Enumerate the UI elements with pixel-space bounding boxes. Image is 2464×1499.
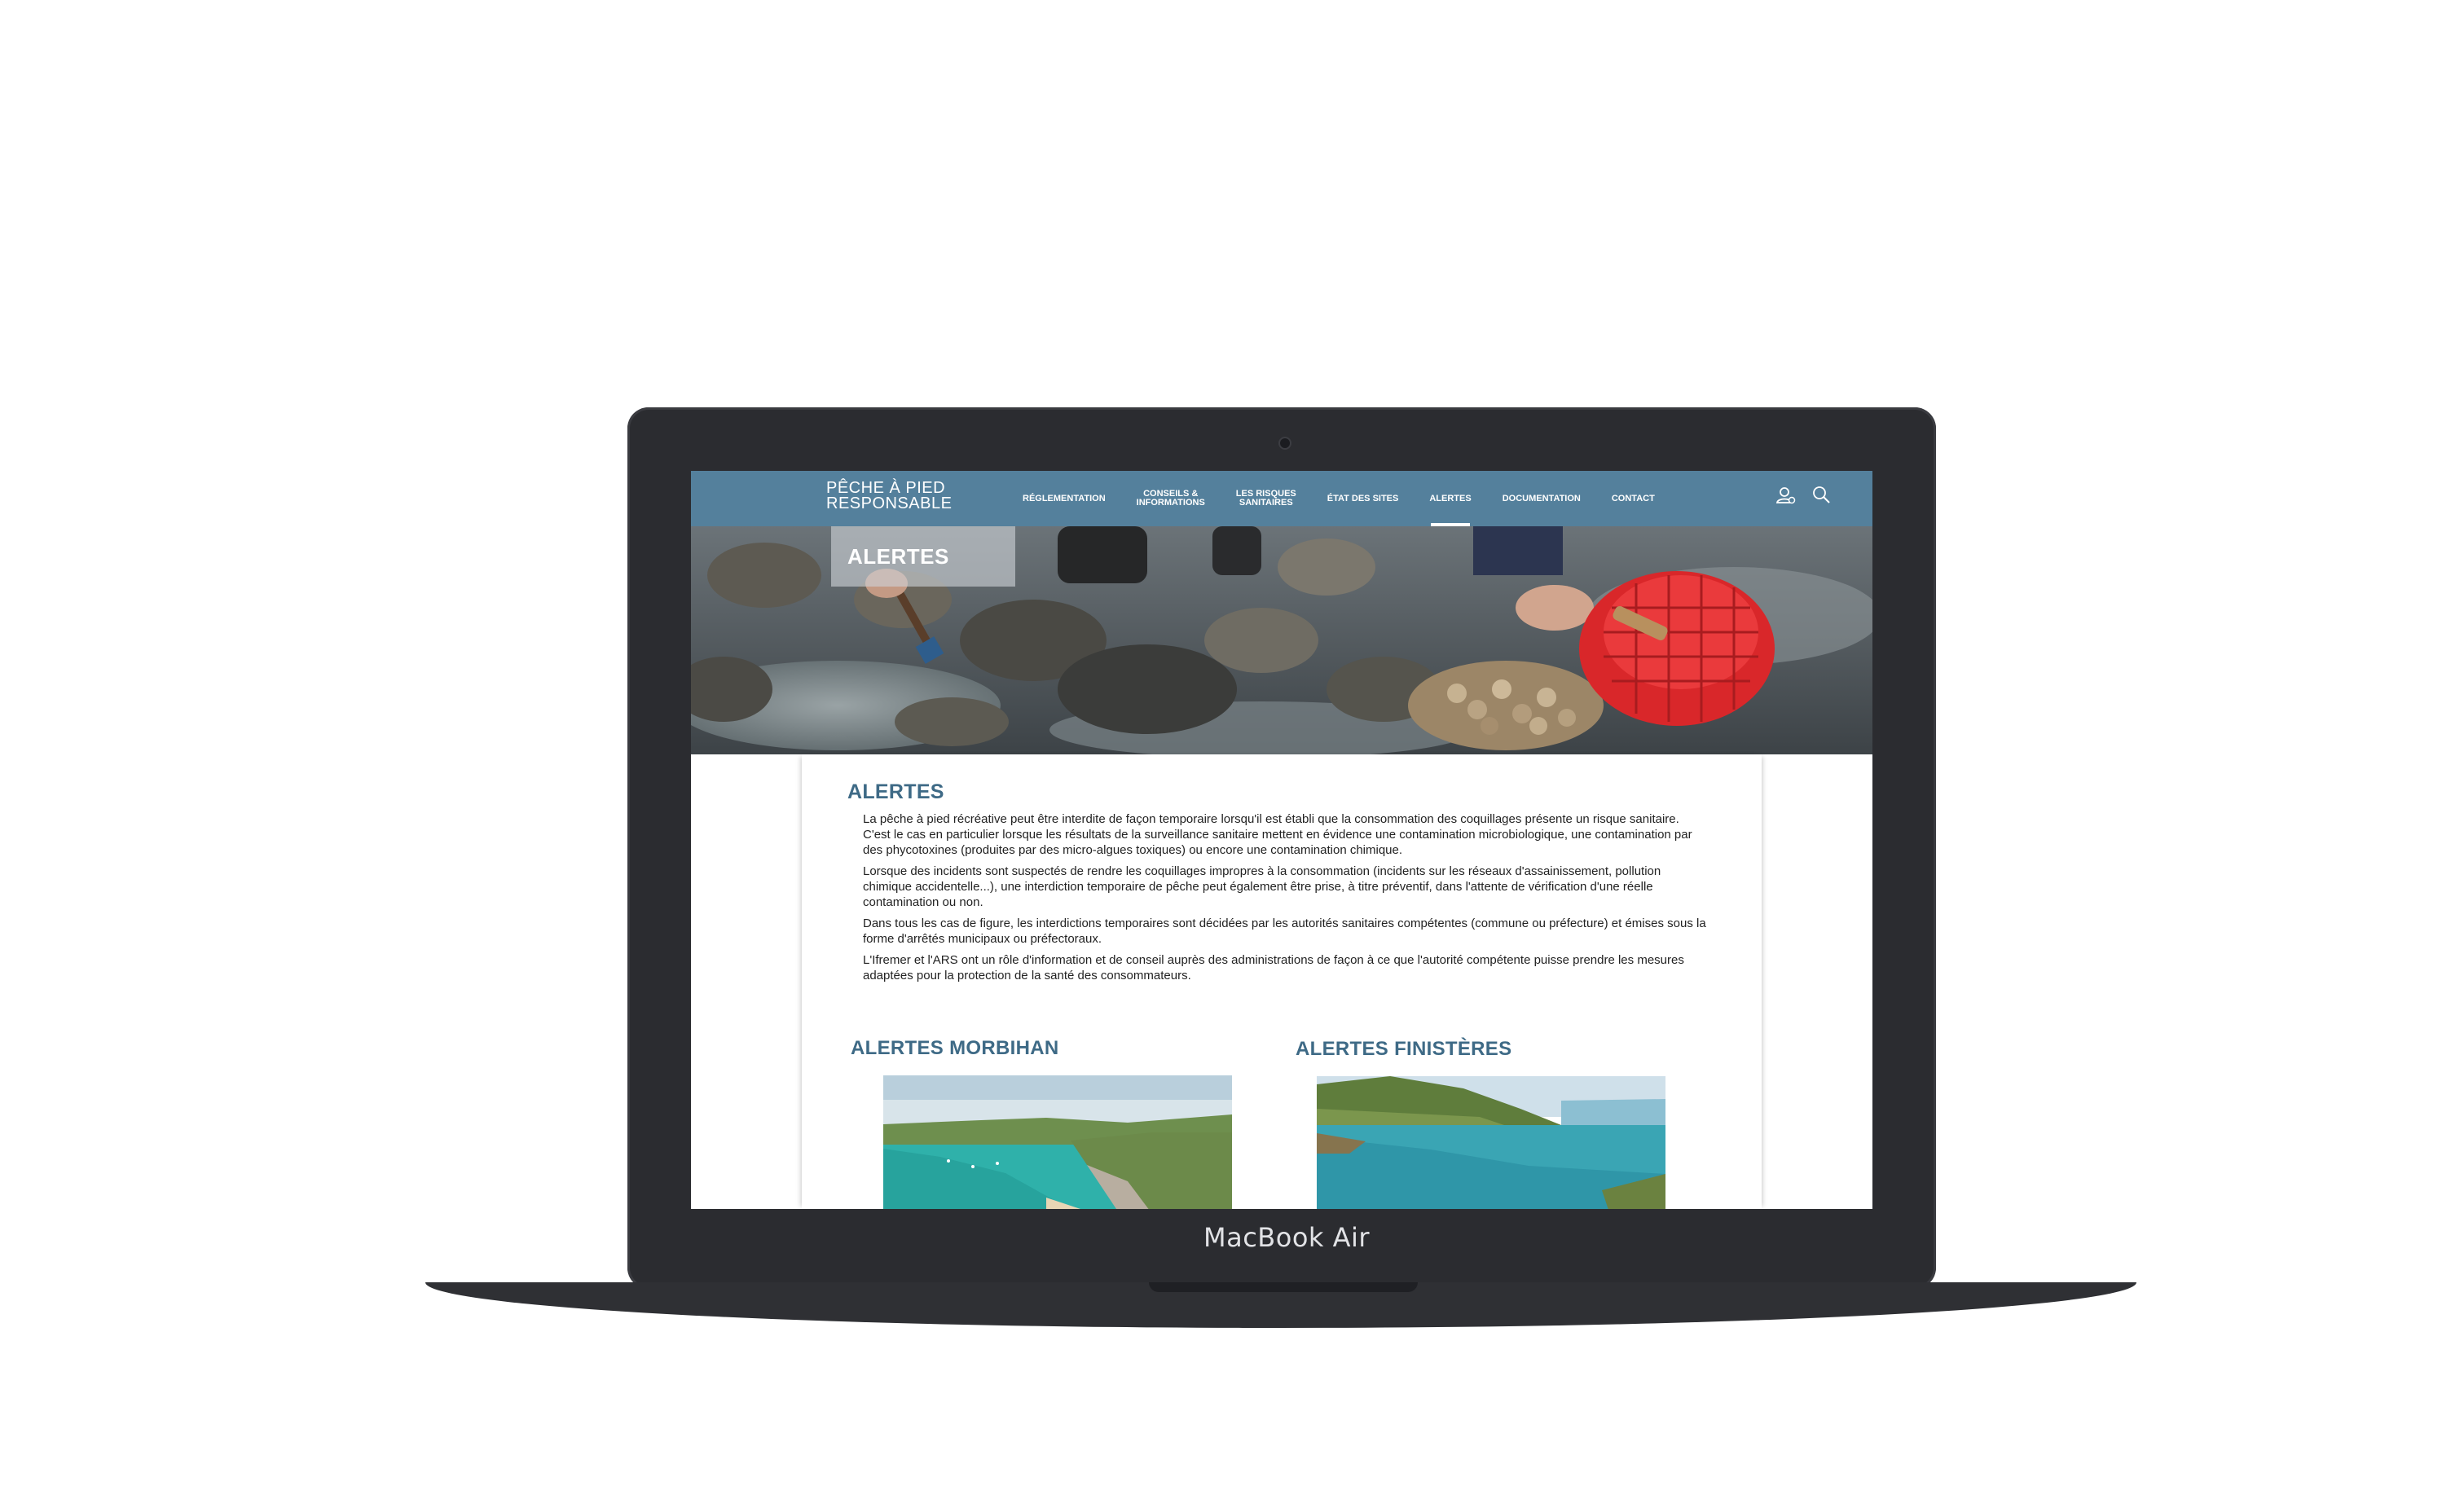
header-icons [1775, 484, 1833, 507]
nav-item-etat-des-sites[interactable]: ÉTAT DES SITES [1312, 471, 1415, 526]
hero-title: ALERTES [847, 544, 949, 569]
nav-item-alertes[interactable]: ALERTES [1414, 471, 1486, 526]
nav-item-risques-sanitaires[interactable]: LES RISQUES SANITAIRES [1221, 471, 1312, 526]
region-image-finisteres[interactable] [1317, 1076, 1665, 1209]
nav-item-conseils-informations[interactable]: CONSEILS & INFORMATIONS [1121, 471, 1221, 526]
camera-icon [1280, 438, 1290, 448]
nav-label: RÉGLEMENTATION [1023, 493, 1106, 503]
nav-item-contact[interactable]: CONTACT [1596, 471, 1670, 526]
paragraph: Lorsque des incidents sont suspectés de … [863, 864, 1661, 909]
paragraph: Dans tous les cas de figure, les interdi… [863, 917, 1706, 946]
intro-text: La pêche à pied récréative peut être int… [863, 811, 1706, 989]
paragraph: L'Ifremer et l'ARS ont un rôle d'informa… [863, 953, 1684, 982]
region-image-morbihan[interactable] [883, 1075, 1232, 1209]
nav-label-line-2: INFORMATIONS [1136, 498, 1205, 508]
logo-line-2: RESPONSABLE [826, 495, 953, 512]
nav-label: ÉTAT DES SITES [1327, 493, 1399, 503]
device-brand-label: MacBook Air [1203, 1222, 1371, 1253]
nav-label: DOCUMENTATION [1502, 493, 1581, 503]
nav-label: CONTACT [1611, 493, 1655, 503]
hero-banner: ALERTES [691, 526, 1872, 754]
nav-label-line-2: SANITAIRES [1239, 498, 1293, 508]
site-header: PÊCHE À PIED RESPONSABLE RÉGLEMENTATION … [691, 471, 1872, 526]
nav-item-reglementation[interactable]: RÉGLEMENTATION [1007, 471, 1121, 526]
paragraph: La pêche à pied récréative peut être int… [863, 812, 1692, 857]
region-title-morbihan[interactable]: ALERTES MORBIHAN [851, 1037, 1058, 1060]
region-title-finisteres[interactable]: ALERTES FINISTÈRES [1296, 1038, 1511, 1061]
nav-label: ALERTES [1429, 493, 1472, 503]
hero-title-badge: ALERTES [831, 526, 1015, 587]
site-logo[interactable]: PÊCHE À PIED RESPONSABLE [826, 480, 953, 512]
page-title: ALERTES [847, 780, 944, 803]
user-icon[interactable] [1775, 484, 1797, 507]
nav-item-documentation[interactable]: DOCUMENTATION [1487, 471, 1596, 526]
main-navigation: RÉGLEMENTATION CONSEILS & INFORMATIONS L… [1007, 471, 1670, 526]
search-icon[interactable] [1811, 484, 1833, 507]
laptop-base-notch [1149, 1282, 1418, 1292]
browser-viewport: PÊCHE À PIED RESPONSABLE RÉGLEMENTATION … [691, 471, 1872, 1209]
